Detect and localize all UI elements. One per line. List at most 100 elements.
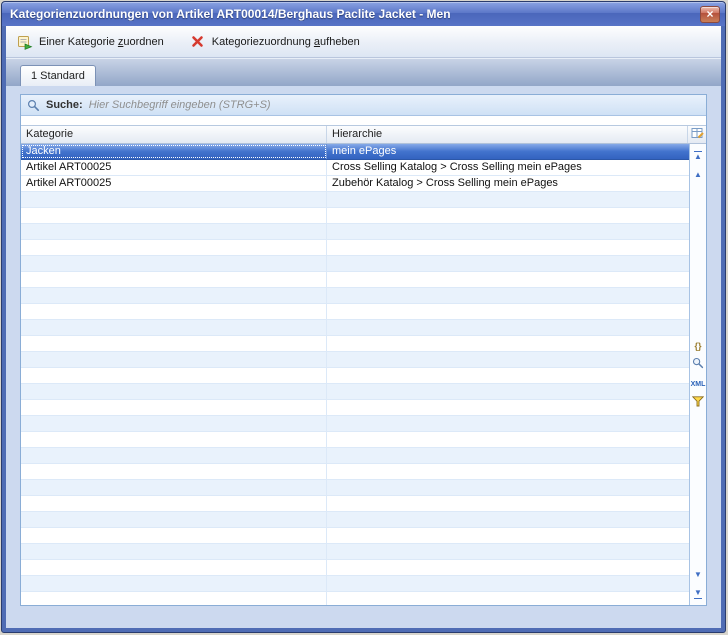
cell-kategorie bbox=[21, 272, 327, 287]
cell-hierarchie bbox=[327, 368, 689, 383]
zoom-icon bbox=[692, 356, 704, 374]
grid-body-wrap: Jackenmein ePagesArtikel ART00025Cross S… bbox=[21, 144, 706, 605]
table-row[interactable] bbox=[21, 400, 689, 416]
cell-kategorie bbox=[21, 400, 327, 415]
cell-kategorie bbox=[21, 384, 327, 399]
table-row[interactable] bbox=[21, 368, 689, 384]
close-button[interactable]: × bbox=[700, 6, 720, 23]
table-row[interactable] bbox=[21, 224, 689, 240]
remove-assignment-icon bbox=[190, 34, 206, 50]
cell-kategorie bbox=[21, 560, 327, 575]
cell-hierarchie bbox=[327, 480, 689, 495]
search-bar[interactable]: Suche: Hier Suchbegriff eingeben (STRG+S… bbox=[21, 95, 706, 116]
cell-hierarchie: Cross Selling Katalog > Cross Selling me… bbox=[327, 160, 689, 175]
table-row[interactable] bbox=[21, 208, 689, 224]
scroll-up-icon: ▲ bbox=[694, 171, 702, 179]
zoom-button[interactable] bbox=[690, 358, 706, 373]
remove-assignment-label: Kategoriezuordnung aufheben bbox=[212, 36, 360, 48]
scroll-first-button[interactable]: ▲ bbox=[690, 148, 706, 163]
titlebar[interactable]: Kategorienzuordnungen von Artikel ART000… bbox=[2, 2, 725, 26]
cell-hierarchie bbox=[327, 448, 689, 463]
scroll-last-icon: ▼ bbox=[694, 589, 702, 599]
table-row[interactable] bbox=[21, 304, 689, 320]
column-settings-button[interactable] bbox=[688, 126, 706, 143]
cell-kategorie: Artikel ART00025 bbox=[21, 176, 327, 191]
toolbar: Einer Kategorie zuordnen Kategoriezuordn… bbox=[6, 26, 721, 58]
assign-category-button[interactable]: Einer Kategorie zuordnen bbox=[12, 31, 169, 53]
table-row[interactable] bbox=[21, 576, 689, 592]
table-row[interactable] bbox=[21, 192, 689, 208]
cell-kategorie bbox=[21, 528, 327, 543]
cell-kategorie bbox=[21, 320, 327, 335]
cell-hierarchie bbox=[327, 384, 689, 399]
cell-hierarchie bbox=[327, 192, 689, 207]
table-row[interactable] bbox=[21, 560, 689, 576]
close-icon: × bbox=[706, 8, 713, 20]
cell-kategorie bbox=[21, 224, 327, 239]
content-panel: Suche: Hier Suchbegriff eingeben (STRG+S… bbox=[20, 94, 707, 606]
cell-kategorie: Artikel ART00025 bbox=[21, 160, 327, 175]
table-row[interactable] bbox=[21, 320, 689, 336]
table-row[interactable]: Jackenmein ePages bbox=[21, 144, 689, 160]
cell-kategorie bbox=[21, 304, 327, 319]
cell-hierarchie bbox=[327, 208, 689, 223]
scroll-up-button[interactable]: ▲ bbox=[690, 167, 706, 182]
braces-button[interactable]: {} bbox=[690, 339, 706, 354]
cell-hierarchie bbox=[327, 496, 689, 511]
cell-kategorie bbox=[21, 480, 327, 495]
table-row[interactable] bbox=[21, 288, 689, 304]
cell-hierarchie bbox=[327, 528, 689, 543]
tab-strip: 1 Standard bbox=[6, 58, 721, 86]
cell-kategorie bbox=[21, 336, 327, 351]
search-placeholder: Hier Suchbegriff eingeben (STRG+S) bbox=[89, 99, 271, 111]
table-row[interactable] bbox=[21, 512, 689, 528]
cell-kategorie bbox=[21, 544, 327, 559]
scroll-last-button[interactable]: ▼ bbox=[690, 586, 706, 601]
table-row[interactable] bbox=[21, 272, 689, 288]
cell-hierarchie bbox=[327, 272, 689, 287]
table-row[interactable] bbox=[21, 592, 689, 605]
grid-header: Kategorie Hierarchie bbox=[21, 126, 706, 144]
table-row[interactable] bbox=[21, 496, 689, 512]
cell-kategorie bbox=[21, 496, 327, 511]
scroll-down-icon: ▼ bbox=[694, 571, 702, 579]
cell-kategorie bbox=[21, 368, 327, 383]
scroll-first-icon: ▲ bbox=[694, 151, 702, 161]
table-row[interactable] bbox=[21, 416, 689, 432]
table-row[interactable] bbox=[21, 528, 689, 544]
table-row[interactable] bbox=[21, 480, 689, 496]
cell-hierarchie bbox=[327, 288, 689, 303]
table-row[interactable] bbox=[21, 240, 689, 256]
cell-kategorie bbox=[21, 240, 327, 255]
category-grid: Kategorie Hierarchie bbox=[21, 125, 706, 605]
cell-hierarchie bbox=[327, 336, 689, 351]
table-row[interactable] bbox=[21, 432, 689, 448]
table-row[interactable] bbox=[21, 336, 689, 352]
column-header-kategorie[interactable]: Kategorie bbox=[21, 126, 327, 143]
column-header-hierarchie[interactable]: Hierarchie bbox=[327, 126, 688, 143]
cell-kategorie bbox=[21, 448, 327, 463]
cell-hierarchie bbox=[327, 240, 689, 255]
table-row[interactable]: Artikel ART00025Cross Selling Katalog > … bbox=[21, 160, 689, 176]
table-row[interactable] bbox=[21, 448, 689, 464]
tab-standard[interactable]: 1 Standard bbox=[20, 65, 96, 86]
table-row[interactable] bbox=[21, 464, 689, 480]
filter-icon bbox=[692, 394, 704, 412]
cell-kategorie bbox=[21, 352, 327, 367]
cell-kategorie: Jacken bbox=[21, 144, 327, 159]
cell-hierarchie bbox=[327, 400, 689, 415]
table-row[interactable]: Artikel ART00025Zubehör Katalog > Cross … bbox=[21, 176, 689, 192]
table-row[interactable] bbox=[21, 352, 689, 368]
scroll-down-button[interactable]: ▼ bbox=[690, 567, 706, 582]
table-row[interactable] bbox=[21, 256, 689, 272]
cell-kategorie bbox=[21, 288, 327, 303]
xml-button[interactable]: XML bbox=[690, 377, 706, 392]
cell-hierarchie bbox=[327, 320, 689, 335]
cell-hierarchie bbox=[327, 432, 689, 447]
remove-assignment-button[interactable]: Kategoriezuordnung aufheben bbox=[185, 31, 365, 53]
panel-spacer bbox=[21, 116, 706, 125]
cell-kategorie bbox=[21, 576, 327, 591]
table-row[interactable] bbox=[21, 544, 689, 560]
table-row[interactable] bbox=[21, 384, 689, 400]
filter-button[interactable] bbox=[690, 396, 706, 411]
